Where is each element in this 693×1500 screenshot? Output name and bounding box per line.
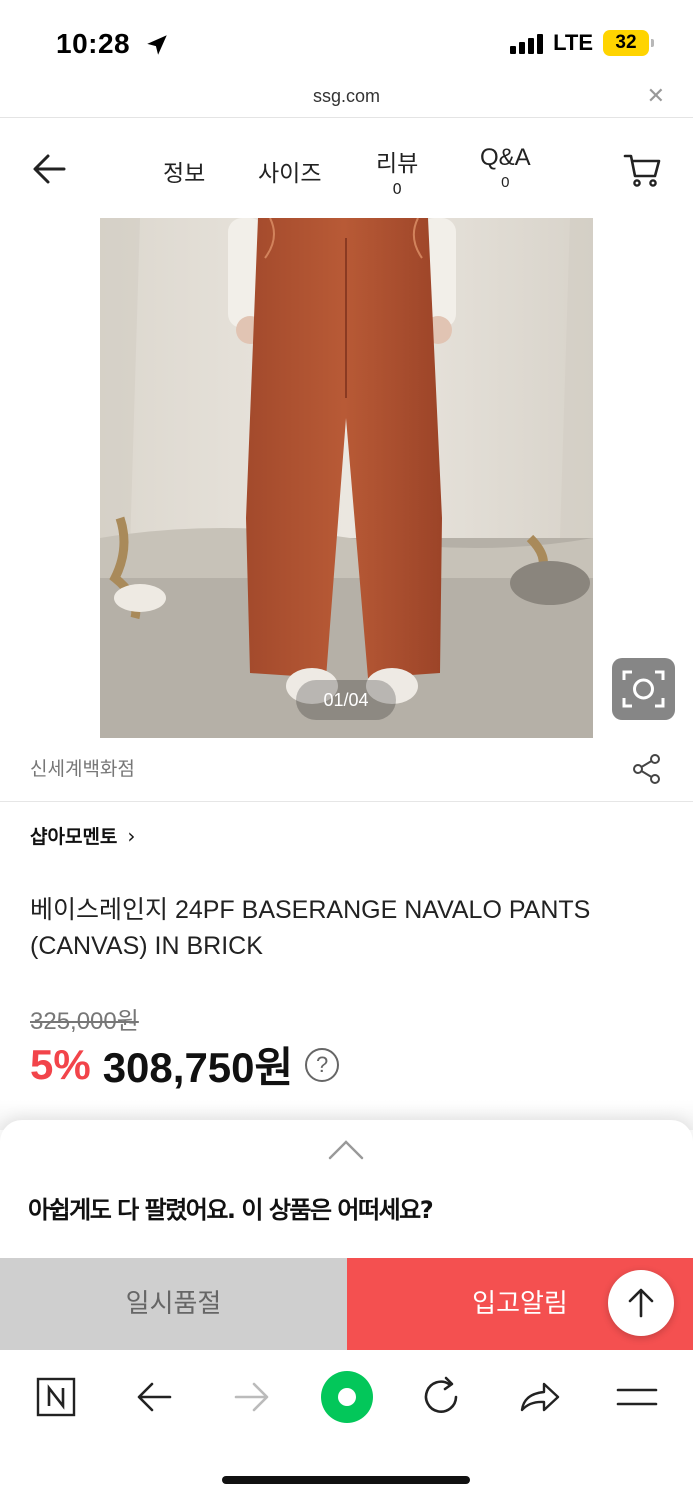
tab-size-label: 사이즈 [258, 161, 322, 187]
brand-row: 신세계백화점 [0, 740, 693, 802]
store-name: 신세계백화점 [30, 758, 135, 780]
naver-icon[interactable] [32, 1372, 82, 1422]
scroll-top-button[interactable] [608, 1270, 674, 1336]
status-indicators: LTE 32 [510, 30, 654, 56]
product-header: 정보 사이즈 리뷰 0 Q&A 0 [0, 118, 693, 218]
back-arrow-icon[interactable] [130, 1372, 180, 1422]
product-image[interactable] [100, 218, 593, 738]
share-icon[interactable] [514, 1372, 564, 1422]
product-title: 베이스레인지 24PF BASERANGE NAVALO PANTS (CANV… [30, 896, 591, 960]
status-bar: 10:28 LTE 32 [0, 0, 693, 84]
tab-qa[interactable]: Q&A 0 [480, 144, 531, 191]
discount-rate: 5% [30, 1040, 91, 1088]
chevron-up-icon[interactable] [328, 1138, 364, 1162]
location-arrow-icon [147, 35, 167, 55]
tab-review-count: 0 [392, 180, 402, 198]
recommend-sheet: 아쉽게도 다 팔렸어요. 이 상품은 어떠세요? [0, 1120, 693, 1260]
product-photo [100, 218, 593, 738]
battery-level: 32 [615, 32, 637, 53]
sale-price: 308,750원 [102, 1044, 294, 1091]
soldout-button[interactable]: 일시품절 [0, 1258, 347, 1350]
menu-icon[interactable] [612, 1372, 662, 1422]
url-text[interactable]: ssg.com [0, 86, 693, 107]
camera-scan-icon [622, 670, 665, 708]
tab-review-label: 리뷰 [376, 151, 419, 177]
arrow-up-icon [628, 1288, 654, 1318]
cart-icon[interactable] [622, 150, 662, 190]
tab-size[interactable]: 사이즈 [258, 154, 321, 188]
original-price: 325,000원 [30, 1008, 139, 1035]
image-counter: 01/04 [296, 680, 396, 720]
url-bar[interactable]: ssg.com ✕ [0, 84, 693, 118]
status-time: 10:28 [56, 28, 131, 59]
tab-info[interactable]: 정보 [163, 154, 205, 188]
home-indicator[interactable] [222, 1476, 470, 1484]
forward-arrow-icon[interactable] [226, 1372, 276, 1422]
back-arrow-icon[interactable] [28, 148, 70, 190]
signal-icon [510, 32, 544, 54]
tab-review[interactable]: 리뷰 0 [376, 144, 418, 198]
battery-icon: 32 [603, 30, 654, 56]
price-row: 5% 308,750원 ? [30, 1034, 340, 1095]
network-label: LTE [553, 30, 593, 55]
chevron-right-icon: › [127, 823, 136, 848]
browser-toolbar [0, 1350, 693, 1500]
shop-name: 샵아모멘토 [30, 826, 118, 848]
price-help-icon[interactable]: ? [305, 1047, 340, 1082]
tab-qa-count: 0 [501, 174, 510, 191]
share-icon[interactable] [630, 752, 664, 786]
refresh-icon[interactable] [416, 1372, 466, 1422]
visual-search-button[interactable] [612, 658, 675, 720]
tab-info-label: 정보 [163, 161, 206, 187]
shop-link[interactable]: 샵아모멘토 › [30, 822, 135, 849]
close-icon[interactable]: ✕ [647, 84, 665, 109]
soldout-message: 아쉽게도 다 팔렸어요. 이 상품은 어떠세요? [28, 1196, 434, 1224]
green-dot-icon[interactable] [318, 1368, 376, 1426]
tab-qa-label: Q&A [480, 144, 531, 171]
